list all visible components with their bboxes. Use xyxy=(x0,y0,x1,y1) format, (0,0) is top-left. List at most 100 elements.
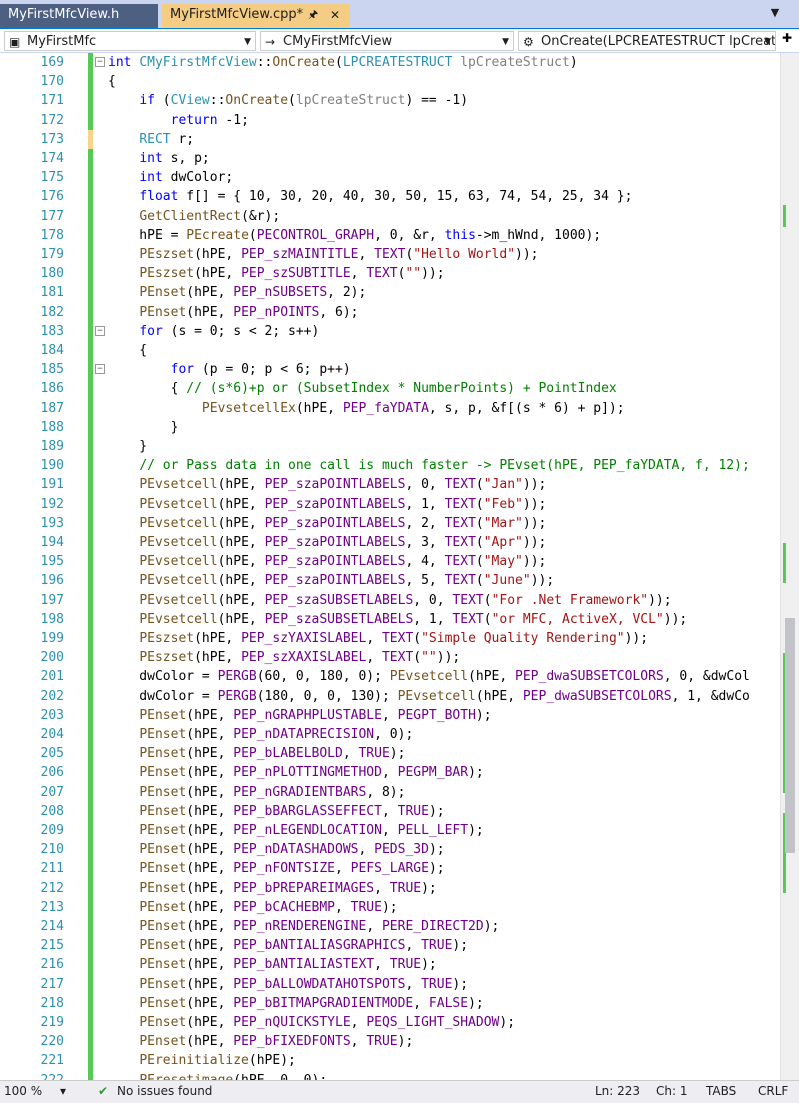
code-line[interactable]: 187 PEvsetcellEx(hPE, PEP_faYDATA, s, p,… xyxy=(0,398,799,418)
code-line[interactable]: 200 PEszset(hPE, PEP_szXAXISLABEL, TEXT(… xyxy=(0,648,799,668)
code-line[interactable]: 202 dwColor = PERGB(180, 0, 0, 130); PEv… xyxy=(0,686,799,706)
tab-myfirstmfcview-cpp[interactable]: MyFirstMfcView.cpp* 🖈 ✕ xyxy=(162,4,350,28)
collapse-icon[interactable]: − xyxy=(95,325,105,336)
code-text: for (s = 0; s < 2; s++) xyxy=(139,323,320,339)
zoom-level[interactable]: 100 % xyxy=(4,1084,42,1098)
scrollbar-thumb[interactable] xyxy=(785,618,795,853)
code-line[interactable]: 207 PEnset(hPE, PEP_nGRADIENTBARS, 8); xyxy=(0,782,799,802)
code-line[interactable]: 217 PEnset(hPE, PEP_bALLOWDATAHOTSPOTS, … xyxy=(0,974,799,994)
code-line[interactable]: 198 PEvsetcell(hPE, PEP_szaSUBSETLABELS,… xyxy=(0,609,799,629)
code-line[interactable]: 197 PEvsetcell(hPE, PEP_szaSUBSETLABELS,… xyxy=(0,590,799,610)
code-line[interactable]: 181 PEnset(hPE, PEP_nSUBSETS, 2); xyxy=(0,283,799,303)
code-line[interactable]: 212 PEnset(hPE, PEP_bPREPAREIMAGES, TRUE… xyxy=(0,878,799,898)
code-line[interactable]: 191 PEvsetcell(hPE, PEP_szaPOINTLABELS, … xyxy=(0,475,799,495)
code-line[interactable]: 210 PEnset(hPE, PEP_nDATASHADOWS, PEDS_3… xyxy=(0,840,799,860)
line-number: 221 xyxy=(40,1053,64,1069)
code-text: PEvsetcellEx(hPE, PEP_faYDATA, s, p, &f[… xyxy=(201,400,625,416)
indent-mode[interactable]: TABS xyxy=(706,1084,736,1098)
code-line[interactable]: 208 PEnset(hPE, PEP_bBARGLASSEFFECT, TRU… xyxy=(0,801,799,821)
vertical-scrollbar[interactable] xyxy=(780,53,799,1080)
class-dropdown[interactable]: → CMyFirstMfcView ▼ xyxy=(260,31,514,51)
line-indicator[interactable]: Ln: 223 xyxy=(595,1084,640,1098)
tab-overflow-chevron-down-icon[interactable]: ▼ xyxy=(760,6,790,19)
pin-icon[interactable]: 🖈 xyxy=(308,4,318,26)
code-line[interactable]: 215 PEnset(hPE, PEP_bANTIALIASGRAPHICS, … xyxy=(0,936,799,956)
code-line[interactable]: 194 PEvsetcell(hPE, PEP_szaPOINTLABELS, … xyxy=(0,533,799,553)
code-line[interactable]: 174 int s, p; xyxy=(0,149,799,169)
code-line[interactable]: 211 PEnset(hPE, PEP_nFONTSIZE, PEFS_LARG… xyxy=(0,859,799,879)
code-line[interactable]: 182 PEnset(hPE, PEP_nPOINTS, 6); xyxy=(0,302,799,322)
code-line[interactable]: 220 PEnset(hPE, PEP_bFIXEDFONTS, TRUE); xyxy=(0,1032,799,1052)
change-tracking-bar xyxy=(88,897,93,917)
code-line[interactable]: 196 PEvsetcell(hPE, PEP_szaPOINTLABELS, … xyxy=(0,571,799,591)
change-tracking-bar xyxy=(88,264,93,284)
line-number: 170 xyxy=(40,74,64,90)
change-tracking-bar xyxy=(88,110,93,130)
code-line[interactable]: 179 PEszset(hPE, PEP_szMAINTITLE, TEXT("… xyxy=(0,245,799,265)
zoom-dropdown-icon[interactable]: ▾ xyxy=(60,1084,66,1098)
arrow-right-icon: → xyxy=(265,35,276,49)
code-line[interactable]: 170 { xyxy=(0,72,799,92)
line-number: 190 xyxy=(40,458,64,474)
code-line[interactable]: 204 PEnset(hPE, PEP_nDATAPRECISION, 0); xyxy=(0,725,799,745)
change-tracking-bar xyxy=(88,283,93,303)
code-line[interactable]: 218 PEnset(hPE, PEP_bBITMAPGRADIENTMODE,… xyxy=(0,993,799,1013)
code-line[interactable]: 175 int dwColor; xyxy=(0,168,799,188)
code-line[interactable]: 180 PEszset(hPE, PEP_szSUBTITLE, TEXT(""… xyxy=(0,264,799,284)
code-line[interactable]: 201 dwColor = PERGB(60, 0, 180, 0); PEvs… xyxy=(0,667,799,687)
line-number: 173 xyxy=(40,131,64,147)
code-line[interactable]: 169 − int CMyFirstMfcView::OnCreate(LPCREA… xyxy=(0,53,799,73)
code-text: PEnset(hPE, PEP_bALLOWDATAHOTSPOTS, TRUE… xyxy=(139,976,469,992)
line-number: 185 xyxy=(40,362,64,378)
code-line[interactable]: 176 float f[] = { 10, 30, 20, 40, 30, 50… xyxy=(0,187,799,207)
issues-status[interactable]: No issues found xyxy=(117,1084,212,1098)
line-number: 211 xyxy=(40,861,64,877)
change-tracking-bar xyxy=(88,379,93,399)
code-line[interactable]: 206 PEnset(hPE, PEP_nPLOTTINGMETHOD, PEG… xyxy=(0,763,799,783)
code-text: PEnset(hPE, PEP_bFIXEDFONTS, TRUE); xyxy=(139,1034,414,1050)
code-line[interactable]: 216 PEnset(hPE, PEP_bANTIALIASTEXT, TRUE… xyxy=(0,955,799,975)
column-indicator[interactable]: Ch: 1 xyxy=(656,1084,687,1098)
code-line[interactable]: 193 PEvsetcell(hPE, PEP_szaPOINTLABELS, … xyxy=(0,513,799,533)
expand-icon[interactable]: ✚ xyxy=(782,31,792,45)
code-line[interactable]: 221 PEreinitialize(hPE); xyxy=(0,1051,799,1071)
code-line[interactable]: 185 − for (p = 0; p < 6; p++) xyxy=(0,360,799,380)
collapse-icon[interactable]: − xyxy=(95,57,105,67)
change-tracking-bar xyxy=(88,53,93,73)
code-line[interactable]: 177 GetClientRect(&r); xyxy=(0,206,799,226)
code-text: int CMyFirstMfcView::OnCreate(LPCREATEST… xyxy=(108,55,578,70)
member-dropdown[interactable]: ⚙ OnCreate(LPCREATESTRUCT lpCreat ▼ xyxy=(518,31,776,51)
code-line[interactable]: 195 PEvsetcell(hPE, PEP_szaPOINTLABELS, … xyxy=(0,552,799,572)
tab-myfirstmfcview-h[interactable]: MyFirstMfcView.h xyxy=(0,4,158,28)
line-number: 195 xyxy=(40,554,64,570)
code-line[interactable]: 186 { // (s*6)+p or (SubsetIndex * Numbe… xyxy=(0,379,799,399)
tab-label: MyFirstMfcView.cpp* xyxy=(170,7,304,22)
line-ending[interactable]: CRLF xyxy=(758,1084,788,1098)
code-line[interactable]: 178 hPE = PEcreate(PECONTROL_GRAPH, 0, &… xyxy=(0,225,799,245)
code-line[interactable]: 173 RECT r; xyxy=(0,129,799,149)
code-line[interactable]: 184 { xyxy=(0,341,799,361)
code-line[interactable]: 188 } xyxy=(0,417,799,437)
code-line[interactable]: 214 PEnset(hPE, PEP_nRENDERENGINE, PERE_… xyxy=(0,917,799,937)
close-icon[interactable]: ✕ xyxy=(330,4,340,26)
change-tracking-bar xyxy=(88,859,93,879)
code-editor[interactable]: 169− int CMyFirstMfcView::OnCreate(LPCREA… xyxy=(0,53,799,1080)
code-line[interactable]: 205 PEnset(hPE, PEP_bLABELBOLD, TRUE); xyxy=(0,744,799,764)
code-line[interactable]: 199 PEszset(hPE, PEP_szYAXISLABEL, TEXT(… xyxy=(0,629,799,649)
code-line[interactable]: 192 PEvsetcell(hPE, PEP_szaPOINTLABELS, … xyxy=(0,494,799,514)
code-line[interactable]: 222 PEresetimage(hPE, 0, 0); xyxy=(0,1070,799,1080)
code-line[interactable]: 172 return -1; xyxy=(0,110,799,130)
collapse-icon[interactable]: − xyxy=(95,364,105,375)
project-scope-dropdown[interactable]: ▣ MyFirstMfc ▼ xyxy=(4,31,256,51)
change-tracking-bar xyxy=(88,571,93,591)
code-line[interactable]: 190 // or Pass data in one call is much … xyxy=(0,456,799,476)
line-number: 210 xyxy=(40,842,64,858)
code-line[interactable]: 183 − for (s = 0; s < 2; s++) xyxy=(0,321,799,341)
code-text: PEreinitialize(hPE); xyxy=(139,1053,296,1069)
code-line[interactable]: 203 PEnset(hPE, PEP_nGRAPHPLUSTABLE, PEG… xyxy=(0,705,799,725)
code-line[interactable]: 213 PEnset(hPE, PEP_bCACHEBMP, TRUE); xyxy=(0,897,799,917)
code-line[interactable]: 171 if (CView::OnCreate(lpCreateStruct) … xyxy=(0,91,799,111)
code-line[interactable]: 209 PEnset(hPE, PEP_nLEGENDLOCATION, PEL… xyxy=(0,821,799,841)
code-line[interactable]: 189 } xyxy=(0,437,799,457)
code-line[interactable]: 219 PEnset(hPE, PEP_nQUICKSTYLE, PEQS_LI… xyxy=(0,1013,799,1033)
